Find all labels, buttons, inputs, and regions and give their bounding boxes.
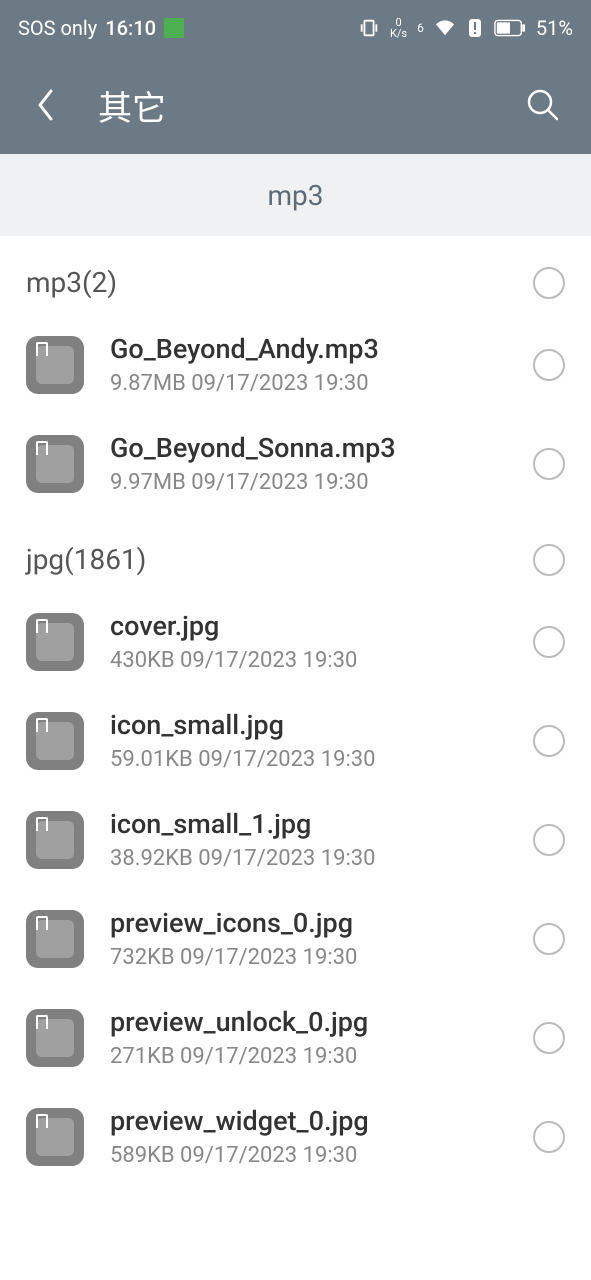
signal-count: 6 <box>417 21 424 35</box>
file-item[interactable]: cover.jpg 430KB 09/17/2023 19:30 <box>0 592 591 691</box>
chevron-left-icon <box>35 87 57 123</box>
file-info: cover.jpg 430KB 09/17/2023 19:30 <box>110 610 533 673</box>
file-name: icon_small.jpg <box>110 709 533 741</box>
file-item[interactable]: Go_Beyond_Andy.mp3 9.87MB 09/17/2023 19:… <box>0 315 591 414</box>
file-checkbox[interactable] <box>533 349 565 381</box>
file-meta: 9.97MB 09/17/2023 19:30 <box>110 470 533 495</box>
file-icon <box>26 910 84 968</box>
file-name: preview_unlock_0.jpg <box>110 1006 533 1038</box>
status-left: SOS only 16:10 <box>18 16 184 40</box>
file-icon <box>26 336 84 394</box>
file-meta: 38.92KB 09/17/2023 19:30 <box>110 846 533 871</box>
back-button[interactable] <box>28 87 64 123</box>
tab-bar: mp3 <box>0 154 591 236</box>
file-icon <box>26 1009 84 1067</box>
file-info: icon_small.jpg 59.01KB 09/17/2023 19:30 <box>110 709 533 772</box>
status-right: 0 K/s 6 51% <box>358 16 573 40</box>
file-name: cover.jpg <box>110 610 533 642</box>
file-checkbox[interactable] <box>533 1121 565 1153</box>
file-icon <box>26 712 84 770</box>
file-meta: 271KB 09/17/2023 19:30 <box>110 1044 533 1069</box>
file-icon <box>26 1108 84 1166</box>
section-header-mp3[interactable]: mp3(2) <box>0 236 591 315</box>
file-meta: 430KB 09/17/2023 19:30 <box>110 648 533 673</box>
app-header: 其它 <box>0 56 591 154</box>
file-icon <box>26 613 84 671</box>
file-meta: 59.01KB 09/17/2023 19:30 <box>110 747 533 772</box>
file-item[interactable]: preview_widget_0.jpg 589KB 09/17/2023 19… <box>0 1087 591 1186</box>
file-name: Go_Beyond_Sonna.mp3 <box>110 432 533 464</box>
file-icon <box>26 435 84 493</box>
file-checkbox[interactable] <box>533 923 565 955</box>
file-checkbox[interactable] <box>533 626 565 658</box>
app-notification-icon <box>164 18 184 38</box>
file-meta: 9.87MB 09/17/2023 19:30 <box>110 371 533 396</box>
file-name: icon_small_1.jpg <box>110 808 533 840</box>
battery-icon <box>494 19 526 37</box>
section-title: jpg(1861) <box>26 543 533 576</box>
file-name: preview_widget_0.jpg <box>110 1105 533 1137</box>
section-checkbox[interactable] <box>533 544 565 576</box>
page-title: 其它 <box>98 81 523 130</box>
file-item[interactable]: icon_small_1.jpg 38.92KB 09/17/2023 19:3… <box>0 790 591 889</box>
file-checkbox[interactable] <box>533 824 565 856</box>
file-checkbox[interactable] <box>533 448 565 480</box>
wifi-icon <box>434 19 456 37</box>
file-meta: 589KB 09/17/2023 19:30 <box>110 1143 533 1168</box>
section-checkbox[interactable] <box>533 267 565 299</box>
vibrate-icon <box>358 17 380 39</box>
status-bar: SOS only 16:10 0 K/s 6 <box>0 0 591 56</box>
status-time: 16:10 <box>105 16 156 40</box>
file-list: mp3(2) Go_Beyond_Andy.mp3 9.87MB 09/17/2… <box>0 236 591 1186</box>
file-info: preview_widget_0.jpg 589KB 09/17/2023 19… <box>110 1105 533 1168</box>
file-info: preview_icons_0.jpg 732KB 09/17/2023 19:… <box>110 907 533 970</box>
file-name: preview_icons_0.jpg <box>110 907 533 939</box>
warning-icon <box>466 17 484 39</box>
tab-mp3[interactable]: mp3 <box>267 179 323 212</box>
file-item[interactable]: icon_small.jpg 59.01KB 09/17/2023 19:30 <box>0 691 591 790</box>
file-item[interactable]: Go_Beyond_Sonna.mp3 9.97MB 09/17/2023 19… <box>0 414 591 513</box>
network-status: SOS only <box>18 16 97 40</box>
section-header-jpg[interactable]: jpg(1861) <box>0 513 591 592</box>
file-info: icon_small_1.jpg 38.92KB 09/17/2023 19:3… <box>110 808 533 871</box>
file-info: preview_unlock_0.jpg 271KB 09/17/2023 19… <box>110 1006 533 1069</box>
file-checkbox[interactable] <box>533 725 565 757</box>
file-checkbox[interactable] <box>533 1022 565 1054</box>
search-icon <box>525 87 561 123</box>
file-info: Go_Beyond_Andy.mp3 9.87MB 09/17/2023 19:… <box>110 333 533 396</box>
file-meta: 732KB 09/17/2023 19:30 <box>110 945 533 970</box>
network-speed: 0 K/s <box>390 17 407 39</box>
file-info: Go_Beyond_Sonna.mp3 9.97MB 09/17/2023 19… <box>110 432 533 495</box>
file-name: Go_Beyond_Andy.mp3 <box>110 333 533 365</box>
section-title: mp3(2) <box>26 266 533 299</box>
file-item[interactable]: preview_icons_0.jpg 732KB 09/17/2023 19:… <box>0 889 591 988</box>
search-button[interactable] <box>523 85 563 125</box>
file-icon <box>26 811 84 869</box>
file-item[interactable]: preview_unlock_0.jpg 271KB 09/17/2023 19… <box>0 988 591 1087</box>
battery-percent: 51% <box>536 16 573 40</box>
